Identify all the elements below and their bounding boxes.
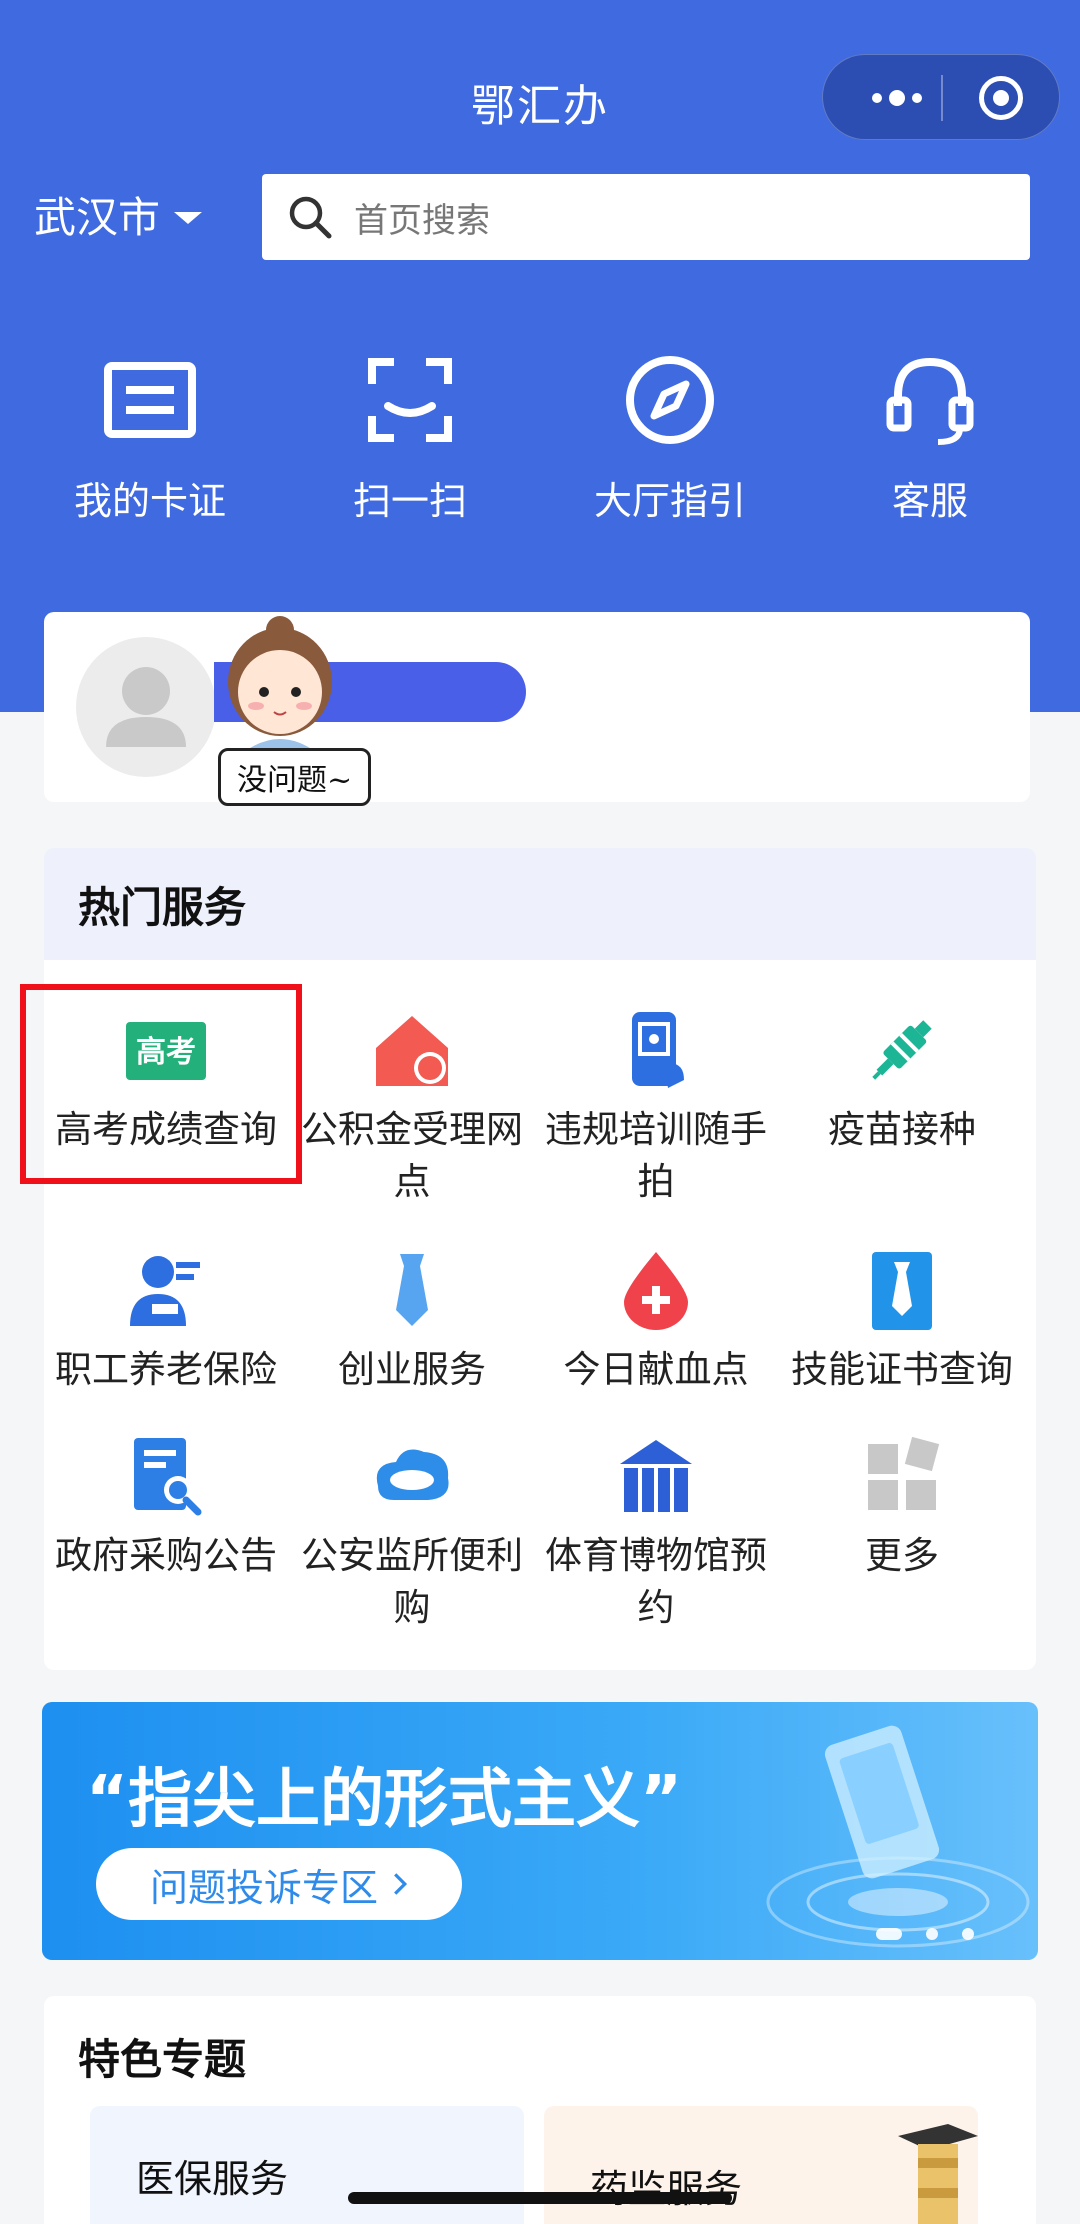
chevron-right-icon: [394, 1873, 408, 1895]
house-location-icon: [376, 1016, 448, 1086]
service-label: 创业服务: [338, 1348, 486, 1391]
quick-action-hall-guide[interactable]: 大厅指引: [550, 350, 790, 525]
more-grid-icon: [868, 1436, 940, 1510]
special-topics-title: 特色专题: [78, 2035, 247, 2084]
service-sports-museum-booking[interactable]: 体育博物馆预约: [534, 1434, 778, 1634]
city-name: 武汉市: [34, 193, 161, 242]
certificate-icon: [872, 1252, 932, 1330]
service-label: 政府采购公告: [55, 1534, 277, 1577]
scan-icon: [368, 358, 452, 442]
user-placeholder-icon: [106, 667, 186, 747]
service-government-procurement[interactable]: 政府采购公告: [44, 1434, 288, 1582]
capsule-divider: [941, 75, 943, 121]
city-selector[interactable]: 武汉市: [34, 184, 203, 245]
worker-icon: [130, 1256, 200, 1326]
quick-action-label: 我的卡证: [73, 479, 226, 523]
service-illegal-training-report[interactable]: 违规培训随手拍: [534, 1008, 778, 1208]
search-icon: [289, 196, 332, 239]
service-vaccination[interactable]: 疫苗接种: [780, 1008, 1024, 1156]
tie-icon: [396, 1254, 428, 1326]
headset-icon: [886, 357, 974, 445]
quick-action-scan[interactable]: 扫一扫: [290, 350, 530, 525]
service-detention-shopping[interactable]: 公安监所便利购: [290, 1434, 534, 1634]
service-label: 职工养老保险: [55, 1348, 277, 1391]
service-pension-insurance[interactable]: 职工养老保险: [44, 1248, 288, 1396]
close-miniprogram-icon[interactable]: [979, 76, 1023, 120]
phone-camera-icon: [632, 1012, 684, 1088]
document-search-icon: [134, 1438, 202, 1516]
service-label: 技能证书查询: [791, 1348, 1013, 1391]
banner-title: “指尖上的形式主义”: [86, 1763, 683, 1837]
service-label: 违规培训随手拍: [545, 1108, 767, 1203]
quick-action-label: 客服: [891, 479, 968, 523]
service-entrepreneurship[interactable]: 创业服务: [290, 1248, 534, 1396]
search-bar[interactable]: 首页搜索: [262, 174, 1030, 260]
user-profile-card[interactable]: 没问题~: [44, 612, 1030, 806]
service-label: 公积金受理网点: [301, 1108, 523, 1203]
service-skill-certificate[interactable]: 技能证书查询: [780, 1248, 1024, 1396]
compass-icon: [626, 356, 714, 444]
quick-action-label: 扫一扫: [352, 479, 467, 523]
hot-services-panel: 热门服务 高考 高考成绩查询 公积金受理网点 违规培训随手拍 疫苗接种 职工养老…: [44, 848, 1036, 1670]
topic-card-drug-supervision[interactable]: 药监服务: [544, 2106, 978, 2224]
search-placeholder: 首页搜索: [354, 200, 490, 241]
service-blood-donation[interactable]: 今日献血点: [534, 1248, 778, 1396]
complaint-zone-button[interactable]: 问题投诉专区: [96, 1848, 462, 1920]
syringe-icon: [872, 1020, 932, 1080]
quick-action-customer-service[interactable]: 客服: [810, 350, 1050, 525]
sticker-caption: 没问题~: [218, 748, 372, 806]
complaint-zone-label: 问题投诉专区: [149, 1865, 378, 1910]
museum-icon: [620, 1440, 692, 1512]
highlight-box: [20, 984, 302, 1184]
home-indicator: [348, 2192, 732, 2204]
dropdown-arrow-icon: [174, 211, 203, 224]
topic-card-label: 医保服务: [136, 2157, 289, 2201]
more-menu-icon[interactable]: [857, 79, 937, 117]
card-icon: [104, 362, 196, 438]
hot-services-title: 热门服务: [44, 848, 1036, 960]
carousel-indicator: [876, 1928, 974, 1940]
service-more[interactable]: 更多: [780, 1434, 1024, 1582]
service-label: 更多: [865, 1534, 939, 1577]
quick-action-label: 大厅指引: [593, 479, 746, 523]
graduation-cap-icon: [898, 2124, 978, 2224]
avatar[interactable]: [76, 637, 216, 777]
miniprogram-capsule: [822, 54, 1060, 140]
service-label: 今日献血点: [563, 1348, 749, 1391]
service-label: 疫苗接种: [828, 1108, 976, 1151]
promo-banner[interactable]: “指尖上的形式主义” 问题投诉专区: [42, 1702, 1038, 1960]
service-label: 体育博物馆预约: [545, 1534, 767, 1629]
topic-card-medical-insurance[interactable]: 医保服务: [90, 2106, 524, 2224]
blood-drop-icon: [624, 1252, 688, 1330]
service-label: 公安监所便利购: [301, 1534, 523, 1629]
cloud-icon: [376, 1449, 449, 1500]
special-topics-panel: 特色专题 医保服务 药监服务: [44, 1996, 1036, 2224]
topic-card-label: 药监服务: [590, 2167, 743, 2211]
service-housing-fund-office[interactable]: 公积金受理网点: [290, 1008, 534, 1208]
quick-action-my-cards[interactable]: 我的卡证: [30, 350, 270, 525]
